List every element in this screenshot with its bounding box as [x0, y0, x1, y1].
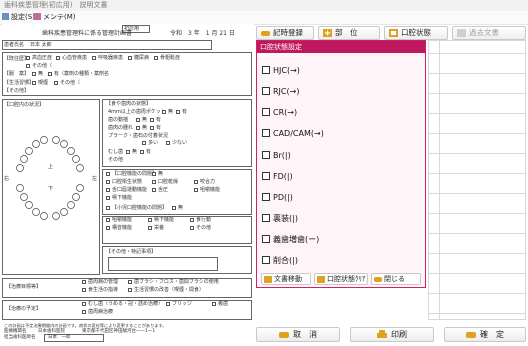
record-register-button[interactable]: 記時登録: [256, 26, 314, 40]
lifestyle-item: 喫煙: [38, 80, 49, 86]
past-document-button[interactable]: 過去文書: [452, 26, 526, 40]
checkbox[interactable]: [262, 172, 270, 180]
oral-state-clear-button[interactable]: 口腔状態ｸﾘｱ: [314, 273, 368, 285]
checkbox[interactable]: [262, 193, 270, 201]
oral-state-item: 歯肉の腫れ: [108, 125, 134, 131]
medication-item: 無: [38, 71, 44, 77]
close-button[interactable]: 閉じる: [371, 273, 421, 285]
function-title: 【口腔機能の問題】: [112, 171, 158, 177]
document-move-button[interactable]: 文書移動: [261, 273, 311, 285]
hand-icon: [466, 332, 476, 338]
option-grinding[interactable]: 削合(|): [262, 255, 298, 267]
print-button[interactable]: 印刷: [350, 327, 434, 342]
option-rjc[interactable]: RJC(→): [262, 86, 299, 98]
clear-icon: [317, 275, 325, 283]
history-other: その他（: [32, 63, 53, 69]
move-icon: [264, 275, 272, 283]
option-cad-cam[interactable]: CAD/CAM(→): [262, 128, 324, 140]
patient-name: 日本 太郎: [30, 42, 52, 48]
menu-toolbar: 設定(S) メンテ(M): [0, 11, 528, 25]
other-title: 【その他】: [4, 88, 30, 94]
memo-menu[interactable]: メンテ(M): [34, 11, 76, 24]
chart-lower-label: 下: [48, 186, 54, 192]
goal-title: 【治療目標等】: [6, 284, 42, 290]
window-title: 歯科疾患管理(初広用) 説明文書: [0, 0, 528, 11]
patient-name-label: 患者氏名: [4, 42, 25, 48]
oral-state-item: むし歯: [108, 149, 124, 155]
plus-icon: [323, 29, 332, 37]
memo-icon: [34, 13, 41, 20]
checkbox[interactable]: [262, 151, 270, 159]
oral-state-item: その他: [108, 157, 124, 163]
child-title: 【小児口腔機能の問題】: [112, 205, 168, 211]
history-item: 骨粗鬆症: [160, 55, 181, 61]
lifestyle-title: 【生活習慣】: [4, 80, 35, 86]
confirm-button[interactable]: 確 定: [444, 327, 526, 342]
history-item: 糖尿病: [134, 55, 150, 61]
tooth-box-icon: [389, 29, 398, 37]
oral-state-item: 歯の動揺: [108, 117, 129, 123]
checkbox[interactable]: [262, 214, 270, 222]
record-grid[interactable]: [428, 40, 526, 320]
plan-title: 【治療の予定】: [6, 306, 42, 312]
mouth-section-title: 【口腔内の状況】: [4, 102, 45, 108]
oral-state-panel: 口腔状態設定 HJC(→) RJC(→) CR(→) CAD/CAM(→) Br…: [256, 40, 426, 288]
history-item: 高血圧症: [32, 55, 53, 61]
part-button[interactable]: 部 位: [318, 26, 380, 40]
doc-date: 令和 3 年 1 月 21 日: [170, 30, 235, 37]
panel-title: 口腔状態設定: [257, 41, 425, 53]
chart-left-label: 左: [92, 176, 98, 182]
option-br[interactable]: Br(|): [262, 150, 291, 162]
document-sheet: 初診用 歯科疾患管理料に係る管理計画書 令和 3 年 1 月 21 日 患者氏名…: [2, 24, 254, 344]
doc-title: 歯科疾患管理料に係る管理計画書: [42, 30, 133, 37]
checkbox[interactable]: [262, 87, 270, 95]
notes-title: 【その他・特記事項】: [106, 249, 157, 255]
tooth-chart: [16, 136, 84, 220]
checkbox[interactable]: [262, 235, 270, 243]
checkbox[interactable]: [262, 129, 270, 137]
settings-icon: [2, 13, 9, 20]
hand-icon: [261, 31, 270, 36]
medication-title: 【服 薬】: [4, 71, 30, 77]
checkbox[interactable]: [262, 108, 270, 116]
history-item: 呼吸器疾患: [98, 55, 124, 61]
oral-state-item: 4mm以上の歯周ポケット: [108, 109, 166, 115]
option-pd[interactable]: PD(|): [262, 192, 293, 204]
document-icon: [457, 29, 466, 37]
doctor-name: 日本 一郎: [48, 335, 71, 340]
option-hjc[interactable]: HJC(→): [262, 65, 300, 77]
hand-icon: [279, 332, 289, 338]
oral-state-item: プラーク・歯石の付着状況: [108, 133, 168, 139]
option-cr[interactable]: CR(→): [262, 107, 297, 119]
option-lining[interactable]: 裏装(|): [262, 213, 298, 225]
chart-right-label: 右: [4, 176, 10, 182]
checkbox[interactable]: [262, 256, 270, 264]
lifestyle-item: その他（: [60, 80, 81, 86]
printer-icon: [377, 330, 387, 338]
medication-item: 有（薬剤の種類・薬剤名: [54, 71, 110, 77]
history-item: 心血管疾患: [62, 55, 88, 61]
settings-menu[interactable]: 設定(S): [2, 11, 35, 24]
oral-state-title: 【食や歯肉の状態】: [106, 101, 152, 107]
checkbox[interactable]: [262, 66, 270, 74]
option-fd[interactable]: FD(|): [262, 171, 293, 183]
oral-state-button[interactable]: 口腔状態: [384, 26, 448, 40]
chart-upper-label: 上: [48, 164, 54, 170]
doctor-label: 担当歯科医師名: [4, 335, 36, 340]
cancel-button[interactable]: 取 消: [256, 327, 340, 342]
hand-icon: [374, 276, 382, 282]
option-denture-add[interactable]: 義歯増歯(ー): [262, 234, 319, 246]
